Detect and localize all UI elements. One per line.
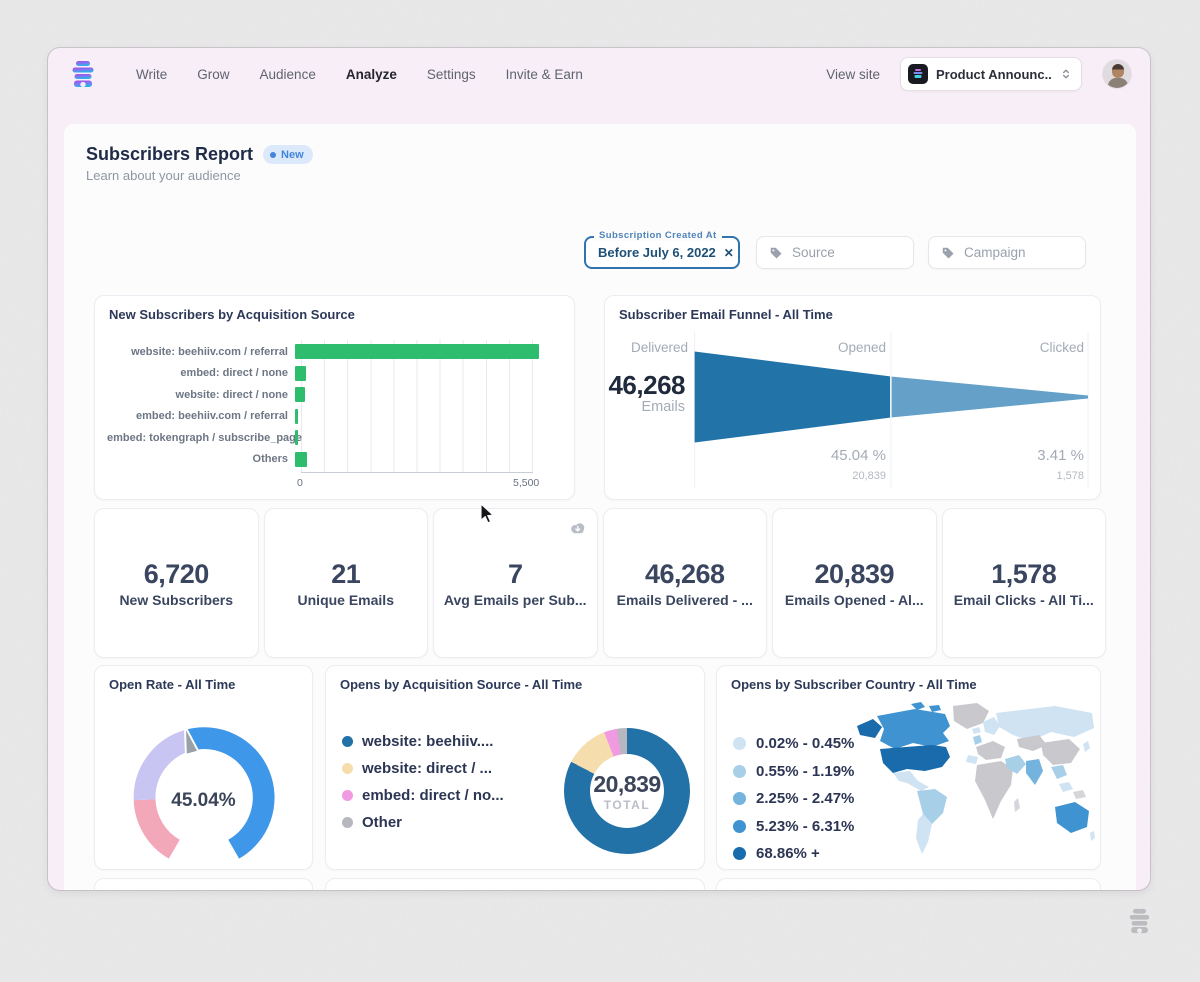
publication-name: Product Announc... (936, 67, 1051, 82)
legend-dot-icon (733, 820, 746, 833)
nav-tab-settings[interactable]: Settings (427, 67, 476, 82)
publication-selector[interactable]: Product Announc... (900, 57, 1082, 91)
nav-tab-write[interactable]: Write (136, 67, 167, 82)
legend-item: 2.25% - 2.47% (733, 785, 854, 813)
badge-dot-icon (270, 152, 276, 158)
legend-item: 68.86% + (733, 840, 854, 868)
stat-avg-emails-per-sub[interactable]: 7 Avg Emails per Sub... (433, 508, 598, 658)
funnel-stage-label: Opened (838, 340, 886, 355)
page-subtitle: Learn about your audience (86, 168, 241, 183)
stat-emails-delivered[interactable]: 46,268 Emails Delivered - ... (603, 508, 768, 658)
nav-tab-invite-earn[interactable]: Invite & Earn (506, 67, 583, 82)
legend-dot-icon (342, 817, 353, 828)
chevron-updown-icon (1059, 67, 1073, 81)
legend-item: 0.02% - 0.45% (733, 730, 854, 758)
mouse-cursor (480, 504, 495, 525)
bar[interactable] (295, 344, 539, 359)
publication-icon (908, 64, 928, 84)
nav-tab-audience[interactable]: Audience (260, 67, 316, 82)
stat-email-clicks[interactable]: 1,578 Email Clicks - All Ti... (942, 508, 1107, 658)
view-site-link[interactable]: View site (826, 67, 880, 82)
bar[interactable] (295, 366, 306, 381)
filter-value: Before July 6, 2022 (598, 245, 716, 260)
filter-field-label: Subscription Created At (594, 230, 722, 241)
legend-dot-icon (342, 736, 353, 747)
stat-emails-opened[interactable]: 20,839 Emails Opened - Al... (772, 508, 937, 658)
screen: { "colors": { "background": "#ecebec", "… (0, 0, 1200, 982)
bar-row: embed: beehiiv.com / referral (107, 406, 566, 428)
stat-new-subscribers[interactable]: 6,720 New Subscribers (94, 508, 259, 658)
funnel-clicked-pct: 3.41 % (1037, 447, 1084, 464)
funnel-opened-count: 20,839 (852, 470, 886, 482)
funnel-stage-label: Delivered (631, 340, 688, 355)
top-nav: Write Grow Audience Analyze Settings Inv… (48, 48, 1150, 100)
legend-dot-icon (342, 763, 353, 774)
user-avatar[interactable] (1102, 59, 1132, 89)
filter-source[interactable]: Source (756, 236, 914, 269)
donut-center: 20,839 TOTAL (564, 728, 690, 854)
world-map[interactable] (855, 702, 1095, 862)
filter-subscription-created-at[interactable]: Subscription Created At Before July 6, 2… (584, 236, 740, 269)
beehiiv-watermark-icon (1126, 908, 1153, 934)
tag-icon (941, 246, 955, 260)
download-cloud-icon[interactable] (568, 519, 587, 538)
stat-unique-emails[interactable]: 21 Unique Emails (264, 508, 429, 658)
funnel-opened-pct: 45.04 % (831, 447, 886, 464)
card-new-subscribers-by-source: New Subscribers by Acquisition Source we… (94, 295, 575, 500)
chart-title: New Subscribers by Acquisition Source (109, 307, 355, 322)
new-badge: New (263, 145, 313, 164)
map-legend: 0.02% - 0.45% 0.55% - 1.19% 2.25% - 2.47… (733, 730, 854, 868)
x-axis-tick: 0 (297, 477, 303, 489)
legend-dot-icon (733, 737, 746, 750)
card-opens-by-country: Opens by Subscriber Country - All Time 0… (716, 665, 1101, 870)
legend-item: 0.55% - 1.19% (733, 758, 854, 786)
bar[interactable] (295, 409, 298, 424)
partial-card (716, 878, 1101, 890)
nav-tab-grow[interactable]: Grow (197, 67, 229, 82)
partial-card (325, 878, 705, 890)
bar[interactable] (295, 430, 298, 445)
nav-tabs: Write Grow Audience Analyze Settings Inv… (136, 67, 583, 82)
legend-dot-icon (342, 790, 353, 801)
legend-dot-icon (733, 765, 746, 778)
gauge-value: 45.04% (95, 790, 312, 812)
x-axis-tick: 5,500 (513, 477, 539, 489)
bar[interactable] (295, 387, 305, 402)
bar-row: website: direct / none (107, 384, 566, 406)
nav-tab-analyze[interactable]: Analyze (346, 67, 397, 82)
legend-dot-icon (733, 847, 746, 860)
content-panel: Subscribers Report New Learn about your … (64, 124, 1136, 890)
bar-row: embed: direct / none (107, 363, 566, 385)
bar-chart: website: beehiiv.com / referral embed: d… (107, 341, 566, 470)
legend-dot-icon (733, 792, 746, 805)
funnel-clicked-count: 1,578 (1056, 470, 1084, 482)
app-window: Write Grow Audience Analyze Settings Inv… (48, 48, 1150, 890)
legend-item: 5.23% - 6.31% (733, 813, 854, 841)
page-title: Subscribers Report (86, 144, 253, 165)
tag-icon (769, 246, 783, 260)
chart-title: Opens by Acquisition Source - All Time (340, 677, 582, 692)
nav-right: View site Product Announc... (826, 57, 1132, 91)
filter-campaign[interactable]: Campaign (928, 236, 1086, 269)
beehiiv-logo-icon[interactable] (68, 60, 98, 88)
card-subscriber-email-funnel: Subscriber Email Funnel - All Time Deliv… (604, 295, 1101, 500)
funnel-stage-label: Clicked (1040, 340, 1084, 355)
stats-row: 6,720 New Subscribers 21 Unique Emails 7… (94, 508, 1106, 658)
card-opens-by-source: Opens by Acquisition Source - All Time w… (325, 665, 705, 870)
funnel-delivered-value: 46,268 (608, 370, 685, 401)
gauge-chart[interactable] (95, 666, 312, 869)
partial-card (94, 878, 313, 890)
funnel-delivered-unit: Emails (641, 399, 685, 415)
bar-row: embed: tokengraph / subscribe_page (107, 427, 566, 449)
bar-row: Others (107, 449, 566, 471)
filter-clear-icon[interactable]: ✕ (724, 246, 734, 260)
chart-title: Opens by Subscriber Country - All Time (731, 677, 977, 692)
bar-row: website: beehiiv.com / referral (107, 341, 566, 363)
bar[interactable] (295, 452, 307, 467)
card-open-rate-gauge: Open Rate - All Time 45.04% (94, 665, 313, 870)
